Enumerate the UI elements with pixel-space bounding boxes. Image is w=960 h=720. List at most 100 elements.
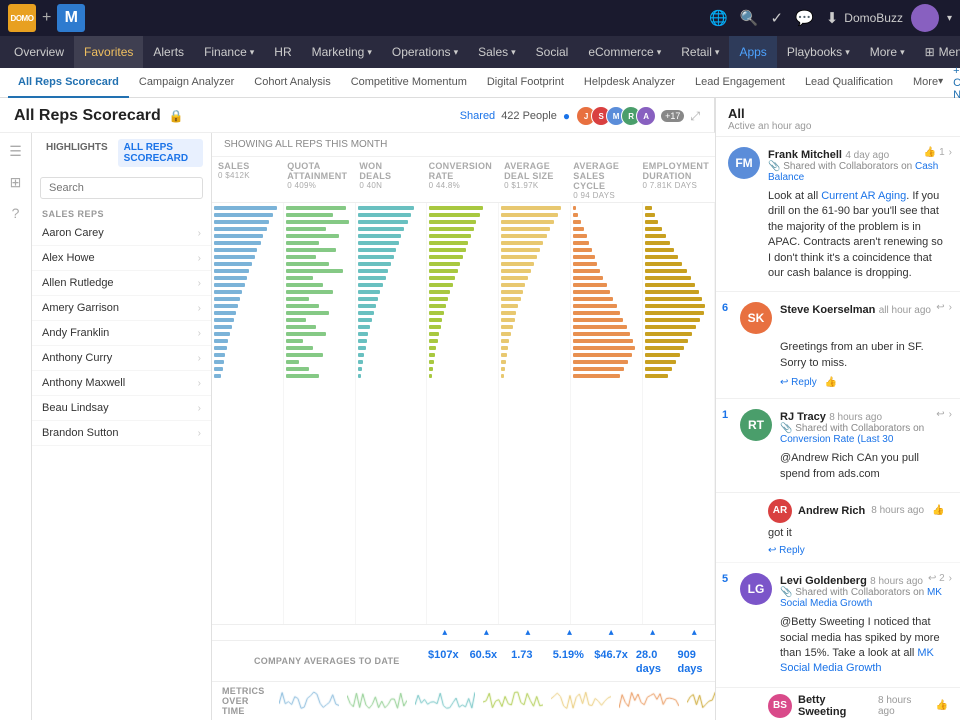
bar-row [573, 373, 640, 379]
rep-item[interactable]: Alex Howe› [32, 246, 211, 271]
bar-row [358, 282, 425, 288]
conversion-bars [427, 203, 499, 624]
expand-icon[interactable]: ⤢ [690, 109, 700, 124]
shared-label: Shared [460, 110, 495, 122]
cycle-bars [571, 203, 643, 624]
bar-row [429, 275, 496, 281]
tab-all-reps[interactable]: ALL REPS SCORECARD [118, 139, 203, 167]
sales-bars [212, 203, 284, 624]
steve-like-btn[interactable]: 👍 [825, 377, 837, 388]
bar-row [573, 247, 640, 253]
bar-row [358, 310, 425, 316]
subnav-cohort[interactable]: Cohort Analysis [244, 68, 340, 98]
user-avatar[interactable] [911, 4, 939, 32]
bar-row [214, 296, 281, 302]
nav-favorites[interactable]: Favorites [74, 36, 143, 68]
bar-row [501, 317, 568, 323]
col-deal-size: AVERAGEDEAL SIZE 0 $1.97K [498, 157, 567, 203]
rep-item[interactable]: Anthony Curry› [32, 346, 211, 371]
tab-highlights[interactable]: HIGHLIGHTS [40, 139, 114, 167]
bar-row [501, 310, 568, 316]
bar-row [358, 352, 425, 358]
bar-row [358, 338, 425, 344]
nav-ecommerce[interactable]: eCommerce▾ [578, 36, 671, 68]
bar-row [645, 324, 712, 330]
search-icon[interactable]: 🔍 [740, 9, 759, 27]
subnav-lead-eng[interactable]: Lead Engagement [685, 68, 795, 98]
bar-row [286, 352, 353, 358]
bar-row [214, 268, 281, 274]
top-bar: DOMO + M 🌐 🔍 ✓ 💬 ⬇ DomoBuzz ▾ [0, 0, 960, 36]
bar-row [429, 268, 496, 274]
subnav-digital[interactable]: Digital Footprint [477, 68, 574, 98]
menu-button[interactable]: ⊞ Menu [915, 45, 960, 59]
nav-more[interactable]: More▾ [860, 36, 915, 68]
list-icon[interactable]: ☰ [9, 143, 22, 160]
rep-item[interactable]: Aaron Carey› [32, 221, 211, 246]
sparkline-cycle [615, 687, 683, 716]
check-icon[interactable]: ✓ [770, 9, 783, 27]
bar-row [573, 338, 640, 344]
subnav-more[interactable]: More ▾ [903, 68, 953, 98]
bar-row [214, 366, 281, 372]
bar-row [358, 275, 425, 281]
steve-reply-btn[interactable]: ↩ Reply [780, 377, 817, 388]
bar-row [573, 205, 640, 211]
subnav-competitive[interactable]: Competitive Momentum [341, 68, 477, 98]
nav-sales[interactable]: Sales▾ [468, 36, 526, 68]
rep-item[interactable]: Andy Franklin› [32, 321, 211, 346]
bar-row [358, 317, 425, 323]
bar-row [645, 352, 712, 358]
nav-playbooks[interactable]: Playbooks▾ [777, 36, 860, 68]
subnav-campaign[interactable]: Campaign Analyzer [129, 68, 244, 98]
rep-item[interactable]: Beau Lindsay› [32, 396, 211, 421]
bar-row [645, 282, 712, 288]
nav-alerts[interactable]: Alerts [143, 36, 194, 68]
nav-marketing[interactable]: Marketing▾ [302, 36, 382, 68]
bar-row [501, 345, 568, 351]
bar-row [358, 289, 425, 295]
bar-row [214, 345, 281, 351]
nav-operations[interactable]: Operations▾ [382, 36, 468, 68]
chat-icon[interactable]: 💬 [795, 9, 814, 27]
nav-retail[interactable]: Retail▾ [671, 36, 729, 68]
bar-row [573, 303, 640, 309]
nav-finance[interactable]: Finance▾ [194, 36, 264, 68]
subnav-helpdesk[interactable]: Helpdesk Analyzer [574, 68, 685, 98]
bar-row [358, 226, 425, 232]
buzz-header: All Active an hour ago [716, 98, 960, 137]
col-conversion: CONVERSIONRATE 0 44.8% [423, 157, 499, 203]
frank-name: Frank Mitchell [768, 149, 842, 161]
nav-hr[interactable]: HR [264, 36, 301, 68]
buzz-all-label: All [728, 106, 948, 121]
subnav-lead-qual[interactable]: Lead Qualification [795, 68, 903, 98]
bar-row [645, 240, 712, 246]
rep-item[interactable]: Anthony Maxwell› [32, 371, 211, 396]
nav-overview[interactable]: Overview [4, 36, 74, 68]
download-icon[interactable]: ⬇ [826, 9, 839, 27]
rep-item[interactable]: Amery Garrison› [32, 296, 211, 321]
bar-row [429, 373, 496, 379]
add-button[interactable]: + [42, 9, 51, 27]
reply-btn-1[interactable]: ↩ Reply [768, 545, 805, 556]
nav-social[interactable]: Social [526, 36, 579, 68]
m-logo: M [57, 4, 85, 32]
rep-item[interactable]: Brandon Sutton› [32, 421, 211, 446]
bar-row [286, 282, 353, 288]
bar-row [358, 324, 425, 330]
help-icon[interactable]: ? [12, 205, 20, 221]
bar-row [429, 296, 496, 302]
bar-row [214, 373, 281, 379]
nav-apps[interactable]: Apps [729, 36, 776, 68]
subnav-all-reps[interactable]: All Reps Scorecard [8, 68, 129, 98]
won-bars [356, 203, 428, 624]
user-menu-icon[interactable]: ▾ [947, 13, 952, 24]
search-input[interactable] [40, 177, 203, 199]
table-icon[interactable]: ⊞ [10, 174, 22, 191]
create-new-button[interactable]: + Create New [953, 65, 960, 101]
rep-item[interactable]: Allen Rutledge› [32, 271, 211, 296]
bar-row [286, 317, 353, 323]
globe-icon[interactable]: 🌐 [709, 9, 728, 27]
bar-row [286, 247, 353, 253]
bar-row [214, 359, 281, 365]
